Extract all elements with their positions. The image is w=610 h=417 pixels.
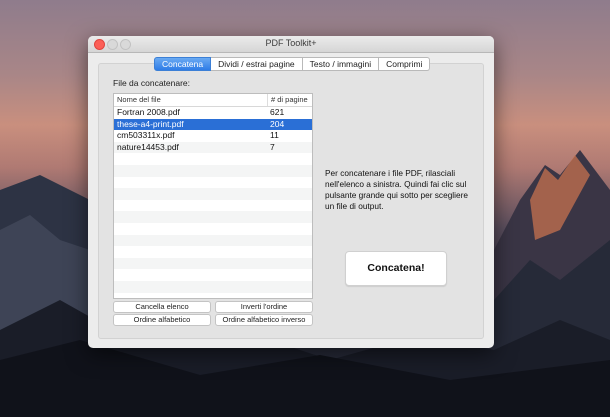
page-count-cell: 11: [270, 130, 279, 141]
table-row[interactable]: Fortran 2008.pdf 621: [114, 107, 312, 119]
empty-row: [114, 269, 312, 281]
empty-row: [114, 223, 312, 235]
file-name-cell: Fortran 2008.pdf: [117, 107, 180, 117]
title-bar[interactable]: PDF Toolkit+: [88, 36, 494, 53]
page-count-cell: 621: [270, 107, 285, 117]
instructions-text: Per concatenare i file PDF, rilasciali n…: [325, 168, 468, 211]
alphabetical-order-button[interactable]: Ordine alfabetico: [113, 314, 211, 326]
files-section-label: File da concatenare:: [113, 78, 191, 88]
empty-row: [114, 164, 312, 177]
empty-row: [114, 153, 312, 165]
tab-testo-immagini[interactable]: Testo / immagini: [302, 57, 380, 71]
file-name-cell: these-a4-print.pdf: [117, 118, 184, 129]
file-name-cell: nature14453.pdf: [117, 141, 179, 152]
page-count-cell: 204: [270, 118, 285, 129]
column-header-name[interactable]: Nome del file: [114, 94, 268, 106]
empty-row: [114, 293, 312, 299]
table-row-selected[interactable]: these-a4-print.pdf 204: [114, 118, 312, 131]
empty-row: [114, 211, 312, 223]
concatenate-button[interactable]: Concatena!: [345, 251, 447, 286]
window-title: PDF Toolkit+: [265, 38, 317, 48]
file-list-table[interactable]: Nome del file # di pagine Fortran 2008.p…: [113, 93, 313, 299]
reverse-alphabetical-order-button[interactable]: Ordine alfabetico inverso: [215, 314, 313, 326]
tab-bar: Concatena Dividi / estrai pagine Testo /…: [154, 57, 431, 71]
empty-row: [114, 257, 312, 270]
tab-concatena[interactable]: Concatena: [154, 57, 212, 71]
table-header: Nome del file # di pagine: [114, 94, 312, 107]
empty-row: [114, 234, 312, 247]
empty-row: [114, 188, 312, 200]
empty-row: [114, 280, 312, 293]
clear-list-button[interactable]: Cancella elenco: [113, 301, 211, 313]
table-row[interactable]: nature14453.pdf 7: [114, 141, 312, 154]
invert-order-button[interactable]: Inverti l'ordine: [215, 301, 313, 313]
empty-row: [114, 246, 312, 258]
empty-row: [114, 200, 312, 212]
column-header-pages[interactable]: # di pagine: [268, 94, 308, 106]
tab-comprimi[interactable]: Comprimi: [379, 57, 431, 71]
page-count-cell: 7: [270, 141, 275, 152]
app-window: PDF Toolkit+ Concatena Dividi / estrai p…: [88, 36, 494, 348]
table-row[interactable]: cm503311x.pdf 11: [114, 130, 312, 142]
empty-row: [114, 177, 312, 189]
file-name-cell: cm503311x.pdf: [117, 130, 175, 141]
tab-dividi-estrai[interactable]: Dividi / estrai pagine: [211, 57, 303, 71]
tab-content-panel: File da concatenare: Nome del file # di …: [98, 63, 484, 339]
